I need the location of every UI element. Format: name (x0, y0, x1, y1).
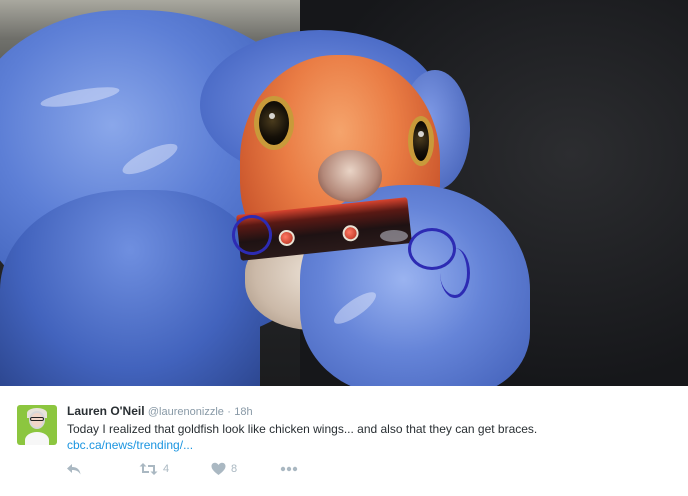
heart-icon (211, 462, 226, 475)
more-button[interactable] (280, 460, 298, 478)
reply-icon (67, 464, 81, 475)
retweet-count: 4 (163, 463, 170, 475)
goldfish-eye-left (254, 96, 294, 150)
goldfish-mouth (318, 150, 382, 202)
tweet-header: Lauren O'Neil @laurenonizzle · 18h (67, 404, 253, 420)
author-name[interactable]: Lauren O'Neil (67, 404, 145, 418)
tweet-media-photo[interactable] (0, 0, 688, 386)
tweet-link[interactable]: cbc.ca/news/trending/... (67, 437, 193, 453)
tweet-timestamp[interactable]: 18h (234, 406, 252, 418)
tweet-text: Today I realized that goldfish look like… (67, 422, 538, 436)
reply-button[interactable] (66, 460, 82, 478)
author-handle[interactable]: @laurenonizzle (148, 406, 224, 418)
more-dots-icon (280, 466, 298, 472)
like-count: 8 (231, 463, 238, 475)
goldfish-eye-right (408, 116, 434, 166)
braces-wire-tail (440, 248, 470, 298)
retweet-icon (139, 463, 158, 475)
glove-left-lower (0, 190, 260, 386)
tweet: Lauren O'Neil @laurenonizzle · 18h Today… (0, 0, 688, 496)
retweet-button[interactable]: 4 (139, 460, 169, 478)
author-avatar[interactable] (17, 405, 57, 445)
like-button[interactable]: 8 (211, 460, 237, 478)
header-separator: · (227, 406, 231, 418)
